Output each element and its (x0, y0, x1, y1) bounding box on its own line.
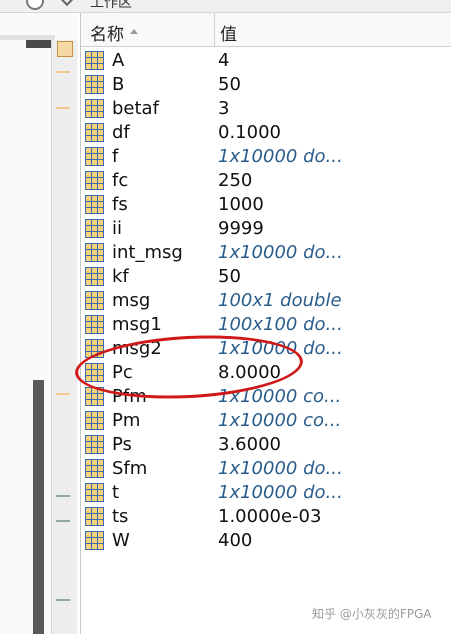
matrix-variable-icon (85, 459, 104, 478)
variable-value: 1x10000 do... (218, 146, 343, 167)
matrix-variable-icon (85, 507, 104, 526)
table-row[interactable]: int_msg 1x10000 do... (81, 241, 451, 265)
variable-name: W (112, 530, 130, 551)
variable-value: 1x10000 co... (218, 410, 342, 431)
table-row[interactable]: fc 250 (81, 169, 451, 193)
variable-value: 400 (218, 530, 253, 551)
matrix-variable-icon (85, 483, 104, 502)
variable-name: Sfm (112, 458, 148, 479)
variable-value: 1x10000 do... (218, 458, 343, 479)
matrix-variable-icon (85, 243, 104, 262)
variable-name: df (112, 122, 130, 143)
table-row[interactable]: msg1 100x100 do... (81, 313, 451, 337)
table-row[interactable]: ts 1.0000e-03 (81, 505, 451, 529)
variable-value: 4 (218, 50, 230, 71)
watermark: 知乎 @小灰灰的FPGA (312, 607, 432, 621)
variable-value: 3 (218, 98, 230, 119)
sort-ascending-icon[interactable] (130, 29, 138, 34)
variable-name: fs (112, 194, 128, 215)
editor-panel (0, 13, 78, 634)
marker-gutter (51, 40, 77, 634)
warning-marker[interactable] (56, 393, 70, 395)
table-header: 名称 值 (81, 13, 451, 47)
variable-value: 250 (218, 170, 253, 191)
message-marker[interactable] (56, 599, 70, 601)
variable-value: 1x10000 do... (218, 482, 343, 503)
warning-marker[interactable] (56, 107, 70, 109)
variable-name: fc (112, 170, 129, 191)
matrix-variable-icon (85, 51, 104, 70)
variable-value: 3.6000 (218, 434, 281, 455)
column-divider[interactable] (214, 13, 215, 46)
workspace-panel: 名称 值 A 4 B 50 betaf 3 df 0.1000 f 1x10000 do... fc… (80, 13, 451, 634)
variable-name: t (112, 482, 120, 503)
variable-name: f (112, 146, 119, 167)
table-row[interactable]: df 0.1000 (81, 121, 451, 145)
table-row[interactable]: msg 100x1 double (81, 289, 451, 313)
variable-value: 50 (218, 266, 241, 287)
variable-name: Ps (112, 434, 132, 455)
variable-name: Pm (112, 410, 141, 431)
matrix-variable-icon (85, 219, 104, 238)
matrix-variable-icon (85, 435, 104, 454)
variable-value: 1000 (218, 194, 264, 215)
warning-indicator[interactable] (57, 41, 73, 57)
table-row[interactable]: t 1x10000 do... (81, 481, 451, 505)
top-strip: 工作区 (0, 0, 451, 13)
vertical-scrollbar-thumb[interactable] (33, 380, 44, 634)
table-row[interactable]: Ps 3.6000 (81, 433, 451, 457)
chevron-down-icon[interactable] (59, 0, 75, 7)
matrix-variable-icon (85, 147, 104, 166)
scrollbar-thumb[interactable] (26, 40, 51, 48)
variable-value: 9999 (218, 218, 264, 239)
matrix-variable-icon (85, 195, 104, 214)
table-row[interactable]: f 1x10000 do... (81, 145, 451, 169)
matrix-variable-icon (85, 171, 104, 190)
message-marker[interactable] (56, 495, 70, 497)
variable-name: kf (112, 266, 129, 287)
warning-marker[interactable] (56, 71, 70, 73)
variable-name: ts (112, 506, 129, 527)
table-row[interactable]: betaf 3 (81, 97, 451, 121)
matrix-variable-icon (85, 315, 104, 334)
table-row[interactable]: ii 9999 (81, 217, 451, 241)
matrix-variable-icon (85, 411, 104, 430)
variable-name: B (112, 74, 125, 95)
column-header-name[interactable]: 名称 (90, 20, 124, 45)
message-marker[interactable] (56, 520, 70, 522)
variable-value: 50 (218, 74, 241, 95)
variable-name: msg1 (112, 314, 162, 335)
variable-value: 100x100 do... (218, 314, 343, 335)
table-row[interactable]: fs 1000 (81, 193, 451, 217)
variable-name: ii (112, 218, 123, 239)
table-row[interactable]: W 400 (81, 529, 451, 553)
matrix-variable-icon (85, 291, 104, 310)
variable-name: int_msg (112, 242, 183, 263)
matrix-variable-icon (85, 75, 104, 94)
table-row[interactable]: Sfm 1x10000 do... (81, 457, 451, 481)
options-icon[interactable] (26, 0, 44, 10)
table-row[interactable]: kf 50 (81, 265, 451, 289)
variable-value: 1.0000e-03 (218, 506, 322, 527)
variable-name: A (112, 50, 125, 71)
variable-name: msg (112, 290, 151, 311)
matrix-variable-icon (85, 123, 104, 142)
table-row[interactable]: Pm 1x10000 co... (81, 409, 451, 433)
variable-value: 1x10000 do... (218, 242, 343, 263)
variable-name: betaf (112, 98, 159, 119)
variable-value: 0.1000 (218, 122, 281, 143)
matrix-variable-icon (85, 267, 104, 286)
variable-value: 100x1 double (218, 290, 342, 311)
window-title: 工作区 (90, 0, 132, 11)
matrix-variable-icon (85, 99, 104, 118)
table-row[interactable]: A4 (81, 49, 451, 73)
matrix-variable-icon (85, 531, 104, 550)
table-row[interactable]: B 50 (81, 73, 451, 97)
column-header-value[interactable]: 值 (220, 20, 237, 45)
